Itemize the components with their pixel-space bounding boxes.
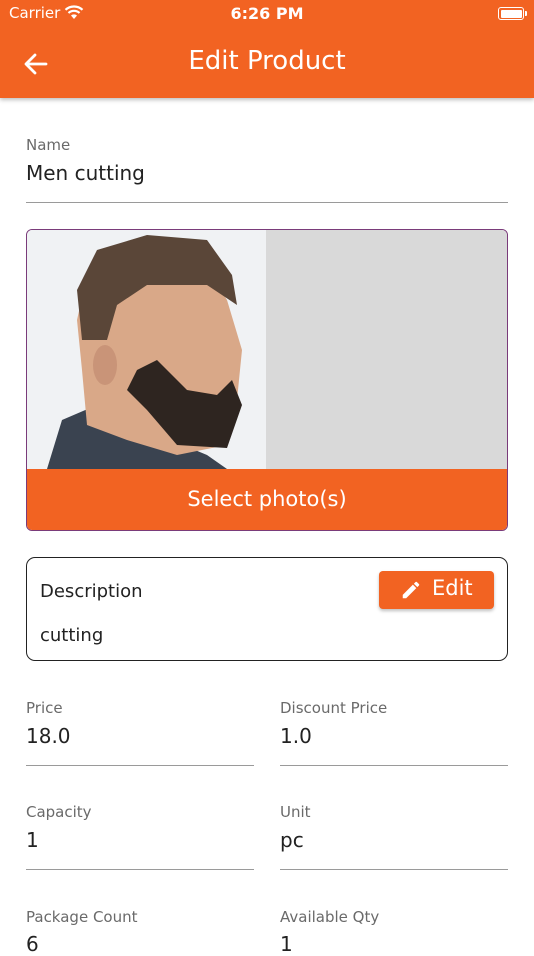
battery-icon — [498, 7, 527, 20]
name-input[interactable]: Men cutting — [26, 161, 145, 185]
capacity-label: Capacity — [26, 803, 92, 821]
select-photos-button[interactable]: Select photo(s) — [27, 469, 507, 530]
price-label: Price — [26, 699, 63, 717]
app-header: Carrier 6:26 PM Edit Product — [0, 0, 534, 98]
pencil-icon — [402, 581, 420, 599]
description-text: cutting — [40, 625, 104, 646]
package-count-input[interactable]: 6 — [26, 932, 39, 956]
page-title: Edit Product — [188, 46, 346, 76]
available-qty-label: Available Qty — [280, 908, 380, 926]
discount-price-underline — [280, 765, 508, 766]
unit-underline — [280, 869, 508, 870]
description-card: Description cutting Edit — [26, 557, 508, 661]
edit-button-label: Edit — [432, 576, 473, 600]
status-time: 6:26 PM — [230, 4, 304, 23]
capacity-input[interactable]: 1 — [26, 828, 39, 852]
price-input[interactable]: 18.0 — [26, 724, 71, 748]
name-underline — [26, 202, 508, 203]
name-label: Name — [26, 136, 71, 154]
edit-description-button[interactable]: Edit — [379, 571, 494, 609]
discount-price-label: Discount Price — [280, 699, 388, 717]
available-qty-input[interactable]: 1 — [280, 932, 293, 956]
unit-input[interactable]: pc — [280, 828, 304, 852]
unit-label: Unit — [280, 803, 311, 821]
photo-placeholder — [266, 230, 507, 469]
capacity-underline — [26, 869, 254, 870]
status-bar: Carrier 6:26 PM — [0, 0, 534, 28]
price-underline — [26, 765, 254, 766]
description-label: Description — [40, 581, 143, 602]
product-photo[interactable] — [27, 230, 266, 469]
package-count-label: Package Count — [26, 908, 138, 926]
discount-price-input[interactable]: 1.0 — [280, 724, 312, 748]
photo-picker: Select photo(s) — [26, 229, 508, 531]
